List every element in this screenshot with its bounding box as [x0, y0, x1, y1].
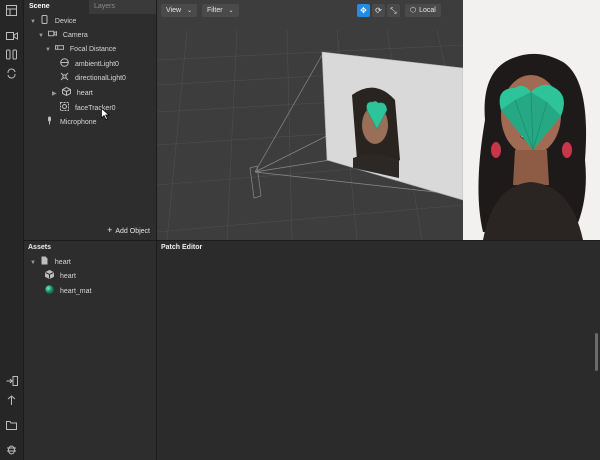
scene-panel: Scene Layers ▼ Device ▼ Camera ▼ Focal D…	[24, 0, 157, 240]
rotate-icon: ⟳	[375, 6, 382, 15]
preview-image	[463, 0, 600, 240]
tree-item-label: Device	[54, 18, 77, 25]
upload-arrow-icon[interactable]	[5, 394, 18, 407]
tree-item-heart[interactable]: ▶ heart	[52, 87, 93, 101]
layout-icon[interactable]	[5, 4, 18, 17]
view-dropdown[interactable]: View ⌄	[161, 4, 198, 17]
chevron-down-icon[interactable]: ▼	[45, 43, 53, 57]
camera-preview	[463, 0, 600, 240]
coordinate-space-toggle[interactable]: ⬡ Local	[405, 4, 441, 17]
assets-title: Assets	[28, 244, 51, 251]
video-camera-icon[interactable]	[5, 29, 18, 42]
scale-icon: ⤡	[390, 5, 397, 15]
chevron-down-icon: ⌄	[228, 8, 234, 14]
tree-item-ambientlight0[interactable]: ambientLight0	[60, 58, 119, 72]
tree-item-label: Focal Distance	[69, 46, 117, 53]
tab-layers[interactable]: Layers	[89, 0, 156, 14]
material-sphere-icon	[45, 285, 54, 294]
sync-icon[interactable]	[5, 67, 18, 80]
add-object-button[interactable]: + Add Object	[107, 225, 150, 235]
tree-item-camera[interactable]: ▼ Camera	[38, 29, 88, 43]
asset-item-heart-mat[interactable]: heart_mat	[45, 285, 91, 299]
cube-icon	[45, 270, 54, 279]
filter-label: Filter	[207, 7, 223, 14]
mouse-cursor-icon	[101, 108, 110, 120]
move-icon: ✥	[360, 6, 367, 15]
patch-editor-scrollbar[interactable]	[595, 333, 598, 371]
file-icon	[41, 256, 48, 265]
chevron-down-icon: ⌄	[187, 8, 193, 14]
ambient-light-icon	[60, 58, 69, 67]
tree-item-label: Microphone	[59, 119, 97, 126]
directional-light-icon	[60, 72, 69, 81]
plus-icon: +	[107, 225, 113, 235]
bug-icon[interactable]	[5, 443, 18, 456]
move-tool-button[interactable]: ✥	[357, 4, 370, 17]
tree-item-label: ambientLight0	[74, 61, 119, 68]
device-icon	[41, 15, 48, 24]
scale-tool-button[interactable]: ⤡	[387, 4, 400, 17]
scene-tabbar: Scene Layers	[24, 0, 156, 14]
coordinate-space-label: Local	[419, 7, 436, 14]
patch-editor[interactable]: Patch Editor	[157, 241, 600, 460]
split-view-icon[interactable]	[5, 48, 18, 61]
asset-item-label: heart_mat	[59, 288, 92, 295]
patch-editor-title: Patch Editor	[161, 244, 203, 251]
chevron-down-icon[interactable]: ▼	[38, 29, 46, 43]
tab-scene[interactable]: Scene	[24, 0, 55, 14]
cube-icon: ⬡	[410, 7, 417, 14]
tree-item-label: Camera	[62, 32, 88, 39]
asset-item-heart-mesh[interactable]: heart	[45, 270, 76, 284]
focal-distance-icon	[54, 45, 64, 50]
viewport-grid	[157, 29, 463, 240]
chevron-down-icon[interactable]: ▼	[30, 256, 38, 270]
face-tracker-icon	[60, 102, 69, 111]
tree-item-focal-distance[interactable]: ▼ Focal Distance	[45, 43, 116, 57]
camera-icon	[47, 30, 57, 37]
tree-item-device[interactable]: ▼ Device	[30, 15, 76, 29]
tree-item-label: directionalLight0	[74, 75, 126, 82]
asset-item-label: heart	[59, 273, 76, 280]
asset-item-heart-folder[interactable]: ▼ heart	[30, 256, 71, 270]
cube-icon	[61, 87, 71, 96]
tree-item-microphone[interactable]: Microphone	[45, 116, 97, 130]
filter-dropdown[interactable]: Filter ⌄	[202, 4, 239, 17]
left-toolbar	[0, 0, 24, 460]
view-label: View	[166, 7, 182, 14]
add-object-label: Add Object	[115, 228, 150, 235]
chevron-down-icon[interactable]: ▼	[30, 15, 38, 29]
chevron-right-icon[interactable]: ▶	[52, 87, 60, 101]
microphone-icon	[48, 116, 51, 125]
assets-panel: Assets ▼ heart heart heart_mat	[24, 241, 157, 460]
folder-icon[interactable]	[5, 418, 18, 431]
tree-item-directionallight0[interactable]: directionalLight0	[60, 72, 126, 86]
tree-item-label: heart	[76, 90, 93, 97]
scene-viewport[interactable]: View ⌄ Filter ⌄ ✥ ⟳ ⤡ ⬡ Local	[157, 0, 463, 240]
import-icon[interactable]	[5, 374, 18, 387]
asset-item-label: heart	[54, 259, 71, 266]
rotate-tool-button[interactable]: ⟳	[372, 4, 385, 17]
